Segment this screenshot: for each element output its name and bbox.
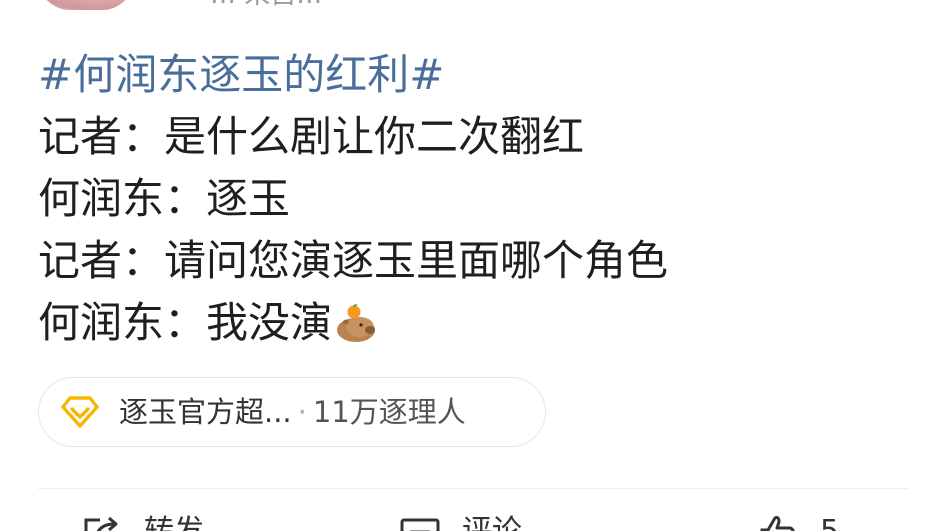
action-bar: 转发 评论 5 <box>0 512 944 531</box>
weibo-post-view: …·来自… #何润东逐玉的红利# 记者：是什么剧让你二次翻红 何润东：逐玉 记者… <box>0 0 944 531</box>
post-body: #何润东逐玉的红利# 记者：是什么剧让你二次翻红 何润东：逐玉 记者：请问您演逐… <box>38 44 918 354</box>
comment-label: 评论 <box>462 512 522 531</box>
supertopic-separator: · <box>297 395 307 429</box>
diamond-icon <box>61 395 99 429</box>
post-line-2: 何润东：逐玉 <box>38 174 291 223</box>
post-line-4-text: 何润东：我没演 <box>38 298 333 347</box>
supertopic-info: 逐玉官方超... · 11万逐理人 <box>119 378 466 446</box>
post-line-1: 记者：是什么剧让你二次翻红 <box>38 112 585 161</box>
post-line-4: 何润东：我没演 <box>38 292 918 354</box>
like-count: 5 <box>820 512 839 531</box>
post-line-3: 记者：请问您演逐玉里面哪个角色 <box>38 236 669 285</box>
post-meta: …·来自… <box>210 0 322 10</box>
avatar[interactable] <box>38 0 134 10</box>
post-header: …·来自… <box>0 0 944 14</box>
supertopic-follower-count: 11万逐理人 <box>312 395 466 429</box>
capybara-emoji-icon <box>334 298 378 360</box>
comment-icon <box>400 514 442 531</box>
repost-icon <box>82 514 124 531</box>
repost-label: 转发 <box>144 512 204 531</box>
supertopic-name: 逐玉官方超... <box>119 395 292 429</box>
supertopic-chip[interactable]: 逐玉官方超... · 11万逐理人 <box>38 377 546 447</box>
hashtag-link[interactable]: #何润东逐玉的红利# <box>38 44 918 106</box>
thumbs-up-icon <box>758 514 800 531</box>
divider <box>38 488 908 489</box>
